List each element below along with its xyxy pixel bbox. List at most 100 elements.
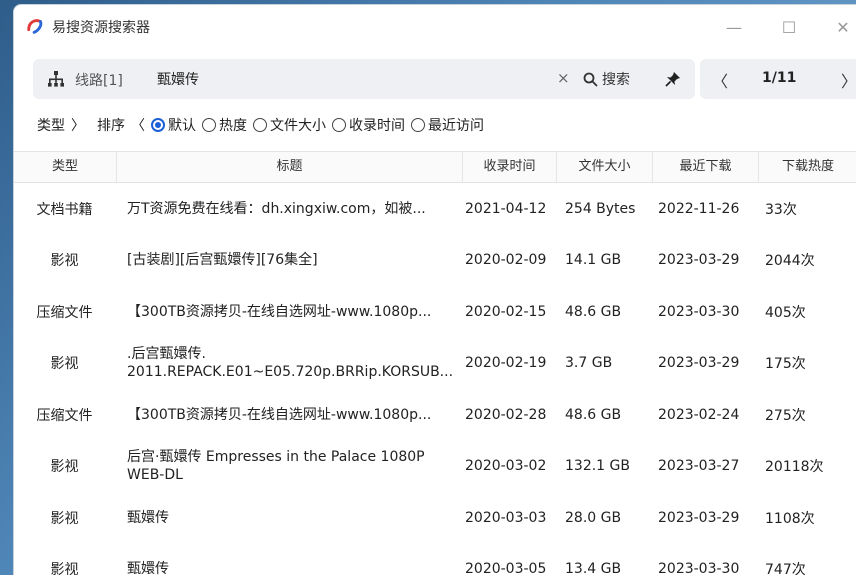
title-bar[interactable]: 易搜资源搜索器 — ☐ ✕	[14, 5, 856, 47]
route-selector[interactable]: 线路[1]	[75, 70, 123, 90]
app-logo-icon	[27, 19, 43, 34]
minimize-button[interactable]: —	[719, 13, 749, 41]
cell-title: 后宫·甄嬛传 Empresses in the Palace 1080P WEB…	[127, 449, 425, 484]
cell-last-download: 2023-03-30	[658, 303, 740, 320]
type-filter[interactable]: 类型	[37, 115, 65, 135]
cell-size: 3.7 GB	[565, 355, 613, 372]
cell-time: 2021-04-12	[465, 200, 547, 217]
radio-icon	[332, 118, 346, 132]
table-row[interactable]: 影视 甄嬛传 2020-03-03 28.0 GB 2023-03-29 110…	[14, 492, 856, 544]
table-row[interactable]: 影视 后宫·甄嬛传 Empresses in the Palace 1080P …	[14, 441, 856, 493]
pin-icon	[665, 72, 680, 87]
cell-hot: 33次	[765, 201, 797, 218]
sort-option-size[interactable]: 文件大小	[253, 115, 326, 135]
cell-title: 万T资源免费在线看：dh.xingxiw.com，如被...	[127, 200, 426, 217]
clear-search-button[interactable]: ×	[557, 69, 570, 87]
cell-last-download: 2023-03-30	[658, 561, 740, 575]
cell-hot: 1108次	[765, 510, 815, 527]
cell-type: 影视	[50, 253, 79, 270]
next-page-button[interactable]: 〉	[841, 68, 856, 92]
cell-time: 2020-02-09	[465, 252, 547, 269]
cell-time: 2020-03-05	[465, 561, 547, 575]
sort-option-default[interactable]: 默认	[151, 115, 196, 135]
cell-title: 【300TB资源拷贝-在线自选网址-www.1080p...	[127, 406, 432, 423]
cell-size: 132.1 GB	[565, 458, 630, 475]
column-header-last-download[interactable]: 最近下载	[653, 152, 759, 182]
cell-size: 48.6 GB	[565, 406, 622, 423]
cell-time: 2020-03-02	[465, 458, 547, 475]
search-input[interactable]	[157, 65, 537, 93]
sort-option-hot[interactable]: 热度	[202, 115, 247, 135]
cell-type: 压缩文件	[36, 407, 93, 424]
cell-last-download: 2023-03-29	[658, 509, 740, 526]
pagination: 〈 1/11 〉	[700, 59, 856, 99]
table-row[interactable]: 影视 .后宫甄嬛传. 2011.REPACK.E01~E05.720p.BRRi…	[14, 338, 856, 390]
cell-hot: 2044次	[765, 253, 815, 270]
cell-last-download: 2022-11-26	[658, 200, 740, 217]
table-row[interactable]: 影视 [古装剧][后宫甄嬛传][76集全] 2020-02-09 14.1 GB…	[14, 235, 856, 287]
radio-checked-icon	[151, 118, 165, 132]
cell-size: 48.6 GB	[565, 303, 622, 320]
cell-time: 2020-02-19	[465, 355, 547, 372]
filter-row: 类型 〉 排序 〈 默认 热度 文件大小 收录时间 最近访问	[37, 113, 490, 137]
cell-hot: 20118次	[765, 459, 824, 476]
cell-last-download: 2023-03-27	[658, 458, 740, 475]
cell-title: 甄嬛传	[127, 509, 169, 526]
cell-last-download: 2023-02-24	[658, 406, 740, 423]
sort-collapse-arrow[interactable]: 〈	[131, 115, 145, 135]
table-row[interactable]: 文档书籍 万T资源免费在线看：dh.xingxiw.com，如被... 2021…	[14, 183, 856, 235]
type-expand-arrow[interactable]: 〉	[71, 115, 85, 135]
radio-icon	[202, 118, 216, 132]
cell-type: 影视	[50, 356, 79, 373]
app-window: 易搜资源搜索器 — ☐ ✕ 线路[1] × 搜索	[13, 4, 856, 575]
cell-type: 影视	[50, 459, 79, 476]
table-header: 类型 标题 收录时间 文件大小 最近下载 下载热度	[14, 151, 856, 183]
cell-title: .后宫甄嬛传. 2011.REPACK.E01~E05.720p.BRRip.K…	[127, 346, 454, 381]
cell-size: 14.1 GB	[565, 252, 622, 269]
page-indicator: 1/11	[762, 70, 797, 86]
sort-option-recent[interactable]: 最近访问	[411, 115, 484, 135]
radio-icon	[411, 118, 425, 132]
cell-hot: 405次	[765, 304, 806, 321]
prev-page-button[interactable]: 〈	[712, 68, 728, 92]
pin-button[interactable]	[651, 59, 695, 99]
search-button[interactable]: 搜索	[577, 65, 657, 93]
cell-title: [古装剧][后宫甄嬛传][76集全]	[127, 252, 318, 269]
maximize-button[interactable]: ☐	[774, 13, 804, 41]
column-header-hot[interactable]: 下载热度	[759, 152, 856, 182]
route-tree-icon	[48, 71, 64, 87]
cell-last-download: 2023-03-29	[658, 252, 740, 269]
results-table: 文档书籍 万T资源免费在线看：dh.xingxiw.com，如被... 2021…	[14, 183, 856, 575]
search-bar: 线路[1] × 搜索	[33, 59, 660, 99]
cell-type: 影视	[50, 510, 79, 527]
cell-type: 压缩文件	[36, 304, 93, 321]
column-header-title[interactable]: 标题	[117, 152, 463, 182]
column-header-size[interactable]: 文件大小	[557, 152, 653, 182]
table-row[interactable]: 压缩文件 【300TB资源拷贝-在线自选网址-www.1080p... 2020…	[14, 389, 856, 441]
close-button[interactable]: ✕	[828, 13, 856, 41]
cell-type: 文档书籍	[36, 201, 93, 218]
column-header-time[interactable]: 收录时间	[463, 152, 557, 182]
search-icon	[583, 72, 598, 86]
cell-size: 28.0 GB	[565, 509, 622, 526]
cell-time: 2020-02-28	[465, 406, 547, 423]
cell-time: 2020-02-15	[465, 303, 547, 320]
cell-hot: 747次	[765, 562, 806, 575]
cell-hot: 175次	[765, 356, 806, 373]
cell-size: 254 Bytes	[565, 200, 636, 217]
sort-label: 排序	[97, 118, 125, 134]
search-button-label: 搜索	[602, 72, 630, 88]
cell-last-download: 2023-03-29	[658, 355, 740, 372]
cell-hot: 275次	[765, 407, 806, 424]
app-title: 易搜资源搜索器	[52, 20, 150, 36]
cell-title: 甄嬛传	[127, 561, 169, 575]
cell-time: 2020-03-03	[465, 509, 547, 526]
table-row[interactable]: 影视 甄嬛传 2020-03-05 13.4 GB 2023-03-30 747…	[14, 544, 856, 575]
table-row[interactable]: 压缩文件 【300TB资源拷贝-在线自选网址-www.1080p... 2020…	[14, 286, 856, 338]
cell-type: 影视	[50, 562, 79, 575]
column-header-type[interactable]: 类型	[14, 152, 117, 182]
cell-title: 【300TB资源拷贝-在线自选网址-www.1080p...	[127, 303, 432, 320]
cell-size: 13.4 GB	[565, 561, 622, 575]
radio-icon	[253, 118, 267, 132]
sort-option-time[interactable]: 收录时间	[332, 115, 405, 135]
